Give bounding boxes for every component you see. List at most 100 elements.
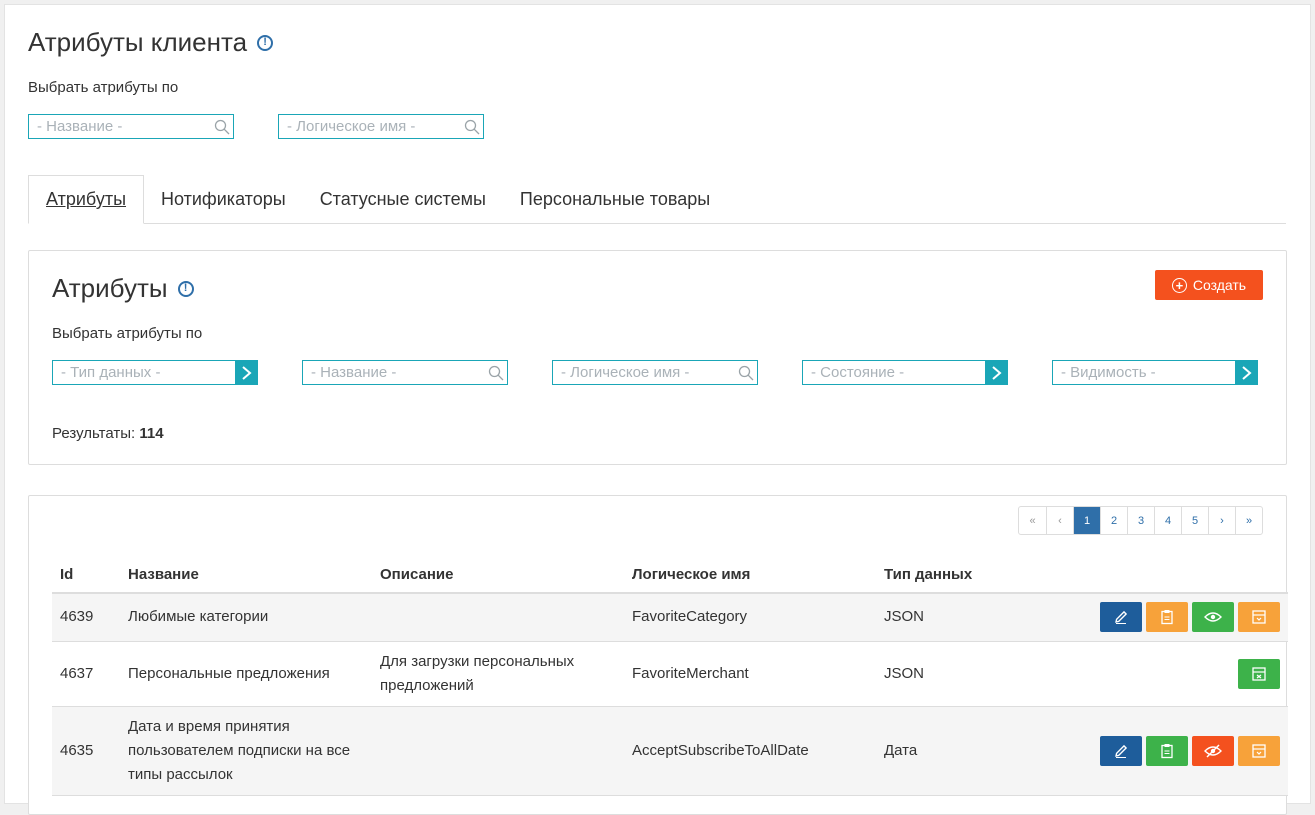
archive-button[interactable] (1238, 602, 1280, 633)
archive-button[interactable] (1238, 735, 1280, 766)
clipboard-icon (1161, 743, 1173, 758)
panel-name-filter-input[interactable]: - Название - (302, 360, 508, 385)
pagination-page-4[interactable]: 4 (1154, 507, 1181, 534)
attributes-table: Id Название Описание Логическое имя Тип … (52, 556, 1288, 796)
pagination-page-3[interactable]: 3 (1127, 507, 1154, 534)
search-icon (485, 362, 507, 384)
page-title: Атрибуты клиента ! (28, 27, 274, 58)
eye-icon (1204, 612, 1222, 622)
cell-actions (1066, 706, 1288, 796)
chevron-right-icon[interactable] (1235, 361, 1257, 384)
name-filter-placeholder: - Название - (37, 118, 123, 135)
plus-circle-icon: + (1171, 277, 1187, 293)
info-icon[interactable]: ! (257, 34, 274, 51)
name-filter-input[interactable]: - Название - (28, 114, 234, 139)
archive-icon (1252, 743, 1266, 758)
state-select[interactable]: - Состояние - (802, 360, 1008, 385)
pagination: « ‹ 1 2 3 4 5 › » (1018, 506, 1263, 535)
visibility-select[interactable]: - Видимость - (1052, 360, 1258, 385)
chevron-right-icon[interactable] (985, 361, 1007, 384)
create-button-label: Создать (1192, 277, 1247, 293)
logical-name-filter-input[interactable]: - Логическое имя - (278, 114, 484, 139)
attributes-filter-panel: Атрибуты ! + Создать Выбрать атрибуты по… (28, 250, 1287, 465)
visibility-button[interactable] (1192, 602, 1234, 633)
panel-logical-placeholder: - Логическое имя - (561, 364, 690, 381)
chevron-right-icon[interactable] (235, 361, 257, 384)
cell-actions (1066, 593, 1288, 642)
tab-bar: Атрибуты Нотификаторы Статусные системы … (28, 175, 1286, 224)
table-row: 4639 Любимые категории FavoriteCategory … (52, 593, 1288, 642)
cell-logical-name: FavoriteCategory (624, 593, 876, 642)
copy-button[interactable] (1146, 602, 1188, 633)
pagination-last[interactable]: » (1235, 507, 1262, 534)
cell-name: Любимые категории (120, 593, 372, 642)
panel-name-placeholder: - Название - (311, 364, 397, 381)
cell-actions (1066, 641, 1288, 707)
pencil-icon (1115, 611, 1128, 625)
pagination-prev[interactable]: ‹ (1046, 507, 1073, 534)
hide-button[interactable] (1192, 735, 1234, 766)
pagination-first[interactable]: « (1019, 507, 1046, 534)
column-header-datatype[interactable]: Тип данных (876, 556, 1066, 594)
tab-attributes[interactable]: Атрибуты (28, 175, 145, 224)
pagination-page-1[interactable]: 1 (1073, 507, 1100, 534)
eye-slash-icon (1204, 743, 1222, 758)
results-label: Результаты: (52, 425, 136, 442)
table-row: 4637 Персональные предложения Для загруз… (52, 641, 1288, 707)
cell-name: Персональные предложения (120, 641, 372, 707)
cell-id: 4637 (52, 641, 120, 707)
results-value: 114 (139, 425, 164, 442)
cell-id: 4639 (52, 593, 120, 642)
edit-button[interactable] (1100, 735, 1142, 766)
cell-datatype: JSON (876, 641, 1066, 707)
column-header-name[interactable]: Название (120, 556, 372, 594)
panel-logical-name-filter-input[interactable]: - Логическое имя - (552, 360, 758, 385)
cell-name: Дата и время принятия пользователем подп… (120, 706, 372, 796)
search-icon (461, 116, 483, 138)
cell-description: Для загрузки персональных предложений (372, 641, 624, 707)
attributes-table-panel: « ‹ 1 2 3 4 5 › » Id Название Описание Л… (28, 495, 1288, 815)
copy-button[interactable] (1146, 735, 1188, 766)
cell-description (372, 706, 624, 796)
visibility-placeholder: - Видимость - (1061, 364, 1156, 381)
info-icon[interactable]: ! (177, 280, 194, 297)
edit-button[interactable] (1100, 602, 1142, 633)
archive-restore-icon (1252, 666, 1266, 681)
results-count: Результаты: 114 (52, 425, 164, 442)
logical-name-filter-placeholder: - Логическое имя - (287, 118, 416, 135)
search-icon (211, 116, 233, 138)
cell-description (372, 593, 624, 642)
page-title-text: Атрибуты клиента (28, 27, 248, 57)
cell-logical-name: AcceptSubscribeToAllDate (624, 706, 876, 796)
column-header-description[interactable]: Описание (372, 556, 624, 594)
clipboard-icon (1161, 610, 1173, 625)
column-header-actions (1066, 556, 1288, 594)
state-placeholder: - Состояние - (811, 364, 905, 381)
table-header-row: Id Название Описание Логическое имя Тип … (52, 556, 1288, 594)
cell-datatype: JSON (876, 593, 1066, 642)
pagination-next[interactable]: › (1208, 507, 1235, 534)
create-button[interactable]: + Создать (1155, 270, 1263, 300)
datatype-placeholder: - Тип данных - (61, 364, 161, 381)
tab-notifiers[interactable]: Нотификаторы (144, 175, 303, 224)
column-header-id[interactable]: Id (52, 556, 120, 594)
cell-datatype: Дата (876, 706, 1066, 796)
pagination-page-2[interactable]: 2 (1100, 507, 1127, 534)
datatype-select[interactable]: - Тип данных - (52, 360, 258, 385)
select-by-label: Выбрать атрибуты по (52, 325, 203, 342)
column-header-logical-name[interactable]: Логическое имя (624, 556, 876, 594)
tab-status-systems[interactable]: Статусные системы (303, 175, 503, 224)
panel-title-text: Атрибуты (52, 273, 168, 303)
tab-personal-products[interactable]: Персональные товары (503, 175, 727, 224)
archive-icon (1252, 610, 1266, 624)
page: Атрибуты клиента ! Выбрать атрибуты по -… (4, 4, 1311, 815)
panel-title: Атрибуты ! (52, 273, 194, 304)
unarchive-button[interactable] (1238, 658, 1280, 689)
cell-id: 4635 (52, 706, 120, 796)
cell-logical-name: FavoriteMerchant (624, 641, 876, 707)
pencil-icon (1115, 744, 1128, 758)
table-row: 4635 Дата и время принятия пользователем… (52, 706, 1288, 796)
select-by-label: Выбрать атрибуты по (28, 79, 179, 96)
pagination-page-5[interactable]: 5 (1181, 507, 1208, 534)
search-icon (735, 362, 757, 384)
